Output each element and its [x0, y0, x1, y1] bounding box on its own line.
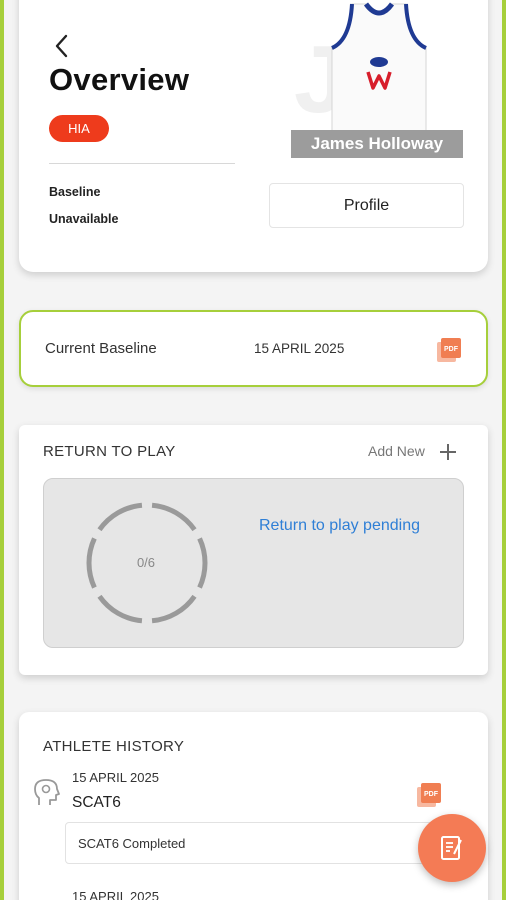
new-form-icon: [441, 836, 462, 860]
section-title: RETURN TO PLAY: [43, 443, 176, 460]
history-entry-date: 15 APRIL 2025: [72, 770, 159, 785]
baseline-value: Unavailable: [49, 212, 119, 226]
athlete-history-card: ATHLETE HISTORY 15 APRIL 2025 SCAT6 PDF …: [19, 712, 488, 900]
page-title: Overview: [49, 62, 190, 97]
head-icon: [34, 779, 60, 805]
pdf-icon[interactable]: PDF: [436, 337, 462, 363]
current-baseline-label: Current Baseline: [45, 340, 157, 357]
add-new-button[interactable]: Add New: [368, 443, 425, 459]
athlete-header-card: Overview HIA Baseline Unavailable JH Jam…: [19, 0, 488, 272]
svg-text:PDF: PDF: [444, 346, 459, 353]
progress-ring-segment: [151, 502, 197, 532]
jersey-image: [331, 2, 427, 147]
progress-ring-segment: [151, 594, 197, 624]
screen: Overview HIA Baseline Unavailable JH Jam…: [4, 0, 502, 900]
progress-ring-segment: [97, 594, 143, 624]
divider: [49, 163, 235, 164]
return-to-play-status-link[interactable]: Return to play pending: [259, 517, 420, 535]
progress-ring-segment: [86, 537, 97, 589]
section-title: ATHLETE HISTORY: [43, 738, 185, 755]
return-to-play-card: RETURN TO PLAY Add New 0/6 Return to pla…: [19, 425, 488, 675]
svg-text:PDF: PDF: [424, 791, 439, 798]
progress-ring-segment: [97, 502, 143, 532]
baseline-label: Baseline: [49, 185, 101, 199]
history-entry-note: SCAT6 Completed: [65, 822, 455, 864]
history-entry-type: SCAT6: [72, 794, 121, 811]
chevron-left-icon[interactable]: [49, 32, 77, 60]
current-baseline-date: 15 APRIL 2025: [254, 341, 345, 356]
new-form-button[interactable]: [418, 814, 486, 882]
plus-icon[interactable]: [438, 442, 458, 462]
profile-button[interactable]: Profile: [269, 183, 464, 228]
progress-count: 0/6: [136, 555, 156, 570]
return-to-play-panel[interactable]: 0/6 Return to play pending: [43, 478, 464, 648]
athlete-name-plate: James Holloway: [291, 130, 463, 158]
current-baseline-card[interactable]: Current Baseline 15 APRIL 2025 PDF: [19, 310, 488, 387]
progress-ring-segment: [197, 537, 208, 589]
status-badge: HIA: [49, 115, 109, 142]
pdf-icon[interactable]: PDF: [416, 782, 442, 808]
history-entry-date: 15 APRIL 2025: [72, 889, 159, 900]
